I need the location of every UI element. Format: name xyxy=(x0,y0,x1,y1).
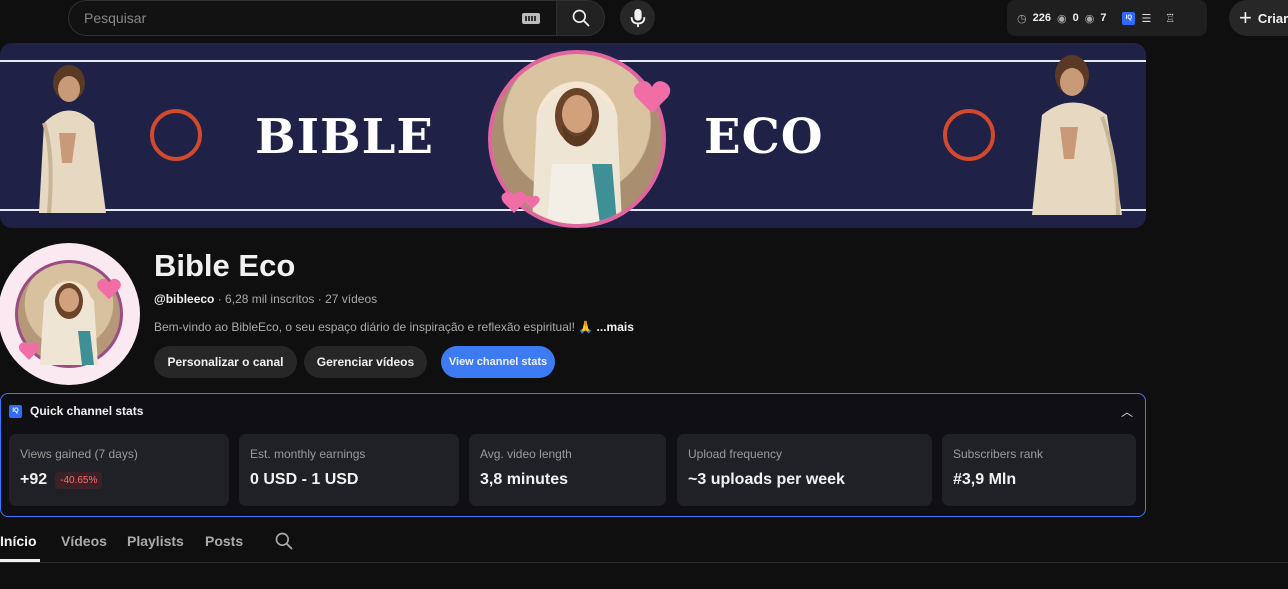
create-button[interactable]: + Criar xyxy=(1229,0,1288,36)
customize-channel-button[interactable]: Personalizar o canal xyxy=(154,346,297,378)
search-input[interactable]: Pesquisar xyxy=(68,0,556,36)
channel-handle: @bibleeco xyxy=(154,292,215,306)
stats-title: Quick channel stats xyxy=(30,404,144,418)
praying-figure-right xyxy=(1032,55,1122,215)
channel-banner: BIBLE ECO xyxy=(0,43,1146,228)
stat-card-video-length: Avg. video length 3,8 minutes xyxy=(469,434,666,506)
stat-label: Upload frequency xyxy=(688,447,783,461)
microphone-icon xyxy=(630,8,645,27)
stat-value: 3,8 minutes xyxy=(480,471,569,488)
active-tab-indicator xyxy=(0,559,40,562)
tab-videos[interactable]: Vídeos xyxy=(61,533,107,549)
ext-eye-count: 0 xyxy=(1072,12,1079,24)
quick-channel-stats-panel: IQ Quick channel stats ︿ Views gained (7… xyxy=(0,393,1146,517)
banner-ring-right xyxy=(943,109,995,161)
clock-icon: ◷ xyxy=(1017,12,1027,25)
heart-icon xyxy=(18,342,40,360)
heart-icon xyxy=(97,278,121,300)
plus-icon: + xyxy=(1239,5,1252,30)
search-placeholder: Pesquisar xyxy=(84,10,147,26)
tab-home[interactable]: Início xyxy=(0,533,37,549)
list-icon[interactable]: ☰ xyxy=(1141,12,1151,25)
stat-card-subscribers-rank: Subscribers rank #3,9 Mln xyxy=(942,434,1136,506)
stat-value: 0 USD - 1 USD xyxy=(250,471,359,488)
stat-value: ~3 uploads per week xyxy=(688,471,845,488)
create-label: Criar xyxy=(1257,10,1288,26)
stat-card-views: Views gained (7 days) +92 -40.65% xyxy=(9,434,229,506)
trophy-icon[interactable]: ♖ xyxy=(1165,12,1175,25)
channel-tabs: Início Vídeos Playlists Posts xyxy=(0,528,1288,563)
search-button[interactable] xyxy=(556,0,605,36)
stat-label: Avg. video length xyxy=(480,447,572,461)
search-icon[interactable] xyxy=(274,531,294,551)
stat-card-earnings: Est. monthly earnings 0 USD - 1 USD xyxy=(239,434,459,506)
stat-label: Views gained (7 days) xyxy=(20,447,138,461)
ext-clock-count: 226 xyxy=(1032,12,1051,24)
search-icon xyxy=(572,9,589,27)
stat-delta-badge: -40.65% xyxy=(55,471,103,489)
channel-name: Bible Eco xyxy=(154,248,296,283)
views-icon: ◉ xyxy=(1084,12,1095,25)
chevron-up-icon[interactable]: ︿ xyxy=(1121,403,1133,420)
channel-meta: @bibleeco · 6,28 mil inscritos · 27 víde… xyxy=(154,292,377,306)
stats-header[interactable]: IQ Quick channel stats xyxy=(9,404,143,418)
stat-value: +92 xyxy=(20,471,48,488)
stat-card-upload-frequency: Upload frequency ~3 uploads per week xyxy=(677,434,932,506)
extension-toolbar: ◷ 226 ◉ 0 ◉ 7 IQ ☰ ♖ xyxy=(1007,0,1207,36)
vidiq-icon: IQ xyxy=(9,404,22,418)
manage-videos-button[interactable]: Gerenciar vídeos xyxy=(304,346,427,378)
praying-figure-left xyxy=(39,65,106,213)
channel-subscribers-videos: · 6,28 mil inscritos · 27 vídeos xyxy=(214,292,378,306)
heart-icon xyxy=(501,191,540,213)
vidiq-icon[interactable]: IQ xyxy=(1122,11,1136,25)
keyboard-icon[interactable] xyxy=(522,12,540,24)
tab-playlists[interactable]: Playlists xyxy=(127,533,184,549)
banner-ring-left xyxy=(150,109,202,161)
stat-label: Est. monthly earnings xyxy=(250,447,366,461)
stat-label: Subscribers rank xyxy=(953,447,1044,461)
tab-posts[interactable]: Posts xyxy=(205,533,243,549)
channel-description[interactable]: Bem-vindo ao BibleEco, o seu espaço diár… xyxy=(154,320,634,334)
banner-word-left: BIBLE xyxy=(255,109,434,165)
channel-description-text: Bem-vindo ao BibleEco, o seu espaço diár… xyxy=(154,320,597,334)
stat-value: #3,9 Mln xyxy=(953,471,1017,488)
voice-search-button[interactable] xyxy=(620,0,655,35)
view-channel-stats-button[interactable]: View channel stats xyxy=(441,346,555,378)
heart-icon xyxy=(633,81,671,113)
channel-avatar[interactable] xyxy=(0,243,140,385)
ext-views-count: 7 xyxy=(1100,12,1107,24)
eye-icon: ◉ xyxy=(1056,12,1067,25)
banner-word-right: ECO xyxy=(704,109,824,165)
more-link[interactable]: ...mais xyxy=(597,320,634,334)
